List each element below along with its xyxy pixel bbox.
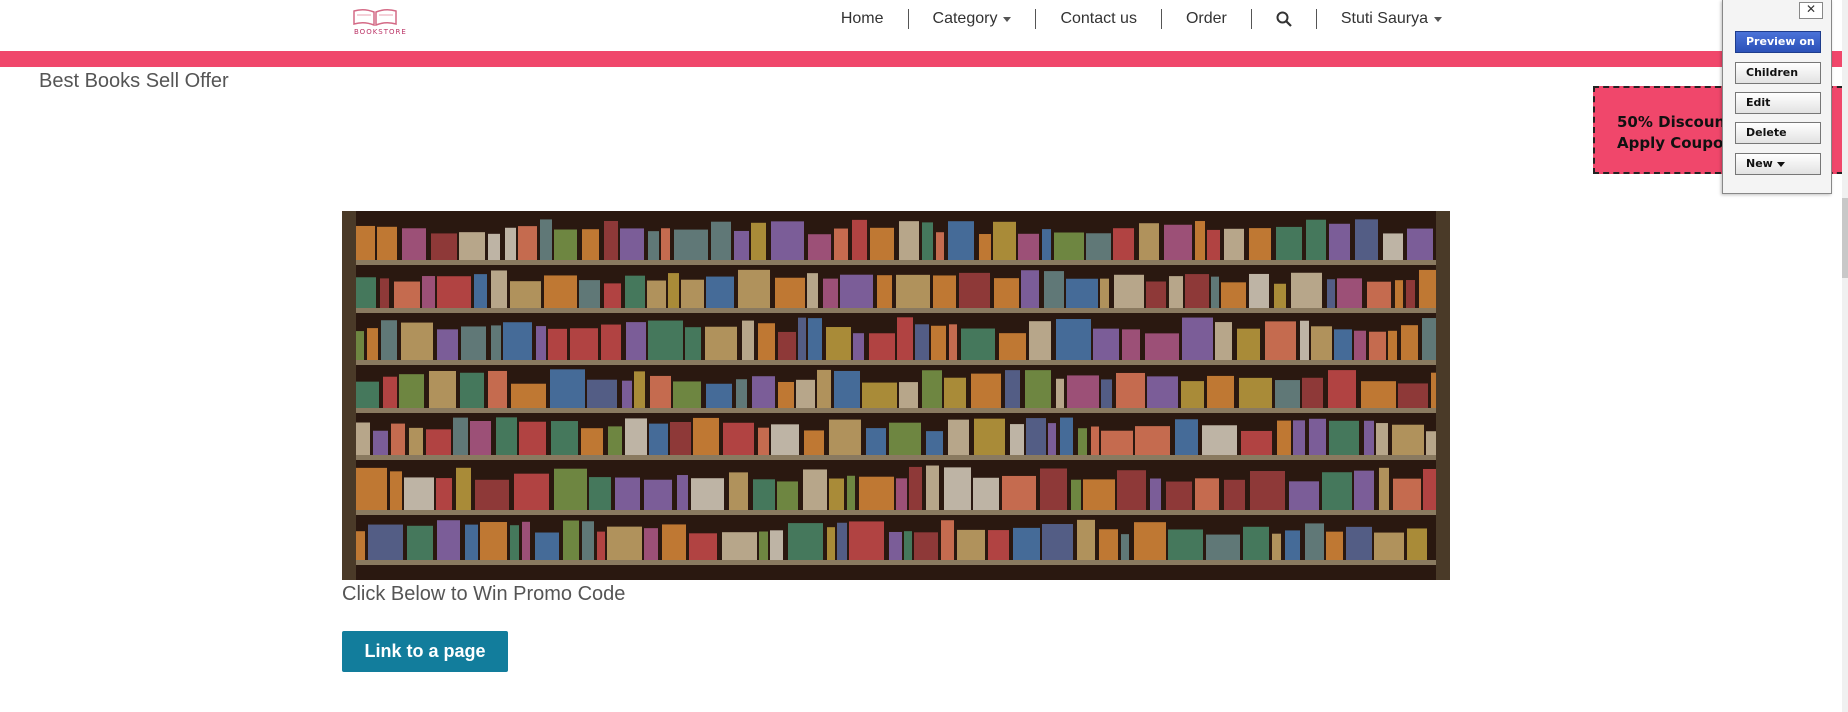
nav-home-label: Home bbox=[840, 10, 884, 27]
bookshelf-illustration bbox=[342, 211, 1450, 580]
nav-contact[interactable]: Contact us bbox=[1036, 9, 1160, 29]
nav-order-label: Order bbox=[1185, 10, 1227, 27]
accent-bar bbox=[0, 51, 1848, 67]
logo-text: BOOKSTORE bbox=[354, 28, 407, 36]
link-to-page-button[interactable]: Link to a page bbox=[342, 631, 508, 672]
site-logo[interactable]: BOOKSTORE bbox=[352, 6, 432, 36]
nav-user-label: Stuti Saurya bbox=[1340, 10, 1428, 27]
page-scrollbar[interactable] bbox=[1842, 0, 1848, 712]
nav-order[interactable]: Order bbox=[1162, 9, 1251, 29]
nav-search-button[interactable] bbox=[1252, 9, 1316, 29]
edit-button[interactable]: Edit bbox=[1735, 92, 1821, 114]
edit-panel: ✕ Preview on Children Edit Delete New bbox=[1722, 0, 1832, 194]
nav-contact-label: Contact us bbox=[1060, 10, 1137, 27]
caret-down-icon bbox=[1776, 162, 1785, 167]
nav-category-label: Category bbox=[932, 10, 998, 27]
main-nav: Home Category Contact us Order Stuti Sau… bbox=[817, 0, 1466, 38]
book-logo-icon bbox=[353, 8, 397, 26]
preview-on-button[interactable]: Preview on bbox=[1735, 31, 1821, 53]
nav-home[interactable]: Home bbox=[817, 9, 908, 29]
promo-text: Click Below to Win Promo Code bbox=[342, 583, 626, 605]
nav-category-dropdown[interactable]: Category bbox=[909, 9, 1036, 29]
scrollbar-thumb[interactable] bbox=[1842, 198, 1848, 278]
bookshelf-banner-image bbox=[342, 211, 1450, 580]
close-icon[interactable]: ✕ bbox=[1799, 2, 1823, 19]
page-title: Best Books Sell Offer bbox=[39, 70, 229, 92]
search-icon bbox=[1276, 11, 1292, 27]
new-button-label: New bbox=[1746, 157, 1773, 170]
site-header: BOOKSTORE Home Category Contact us Order… bbox=[0, 0, 1848, 50]
caret-down-icon bbox=[1003, 16, 1012, 22]
delete-button[interactable]: Delete bbox=[1735, 122, 1821, 144]
nav-user-dropdown[interactable]: Stuti Saurya bbox=[1317, 9, 1466, 29]
children-button[interactable]: Children bbox=[1735, 62, 1821, 84]
caret-down-icon bbox=[1434, 16, 1442, 22]
new-dropdown-button[interactable]: New bbox=[1735, 153, 1821, 175]
